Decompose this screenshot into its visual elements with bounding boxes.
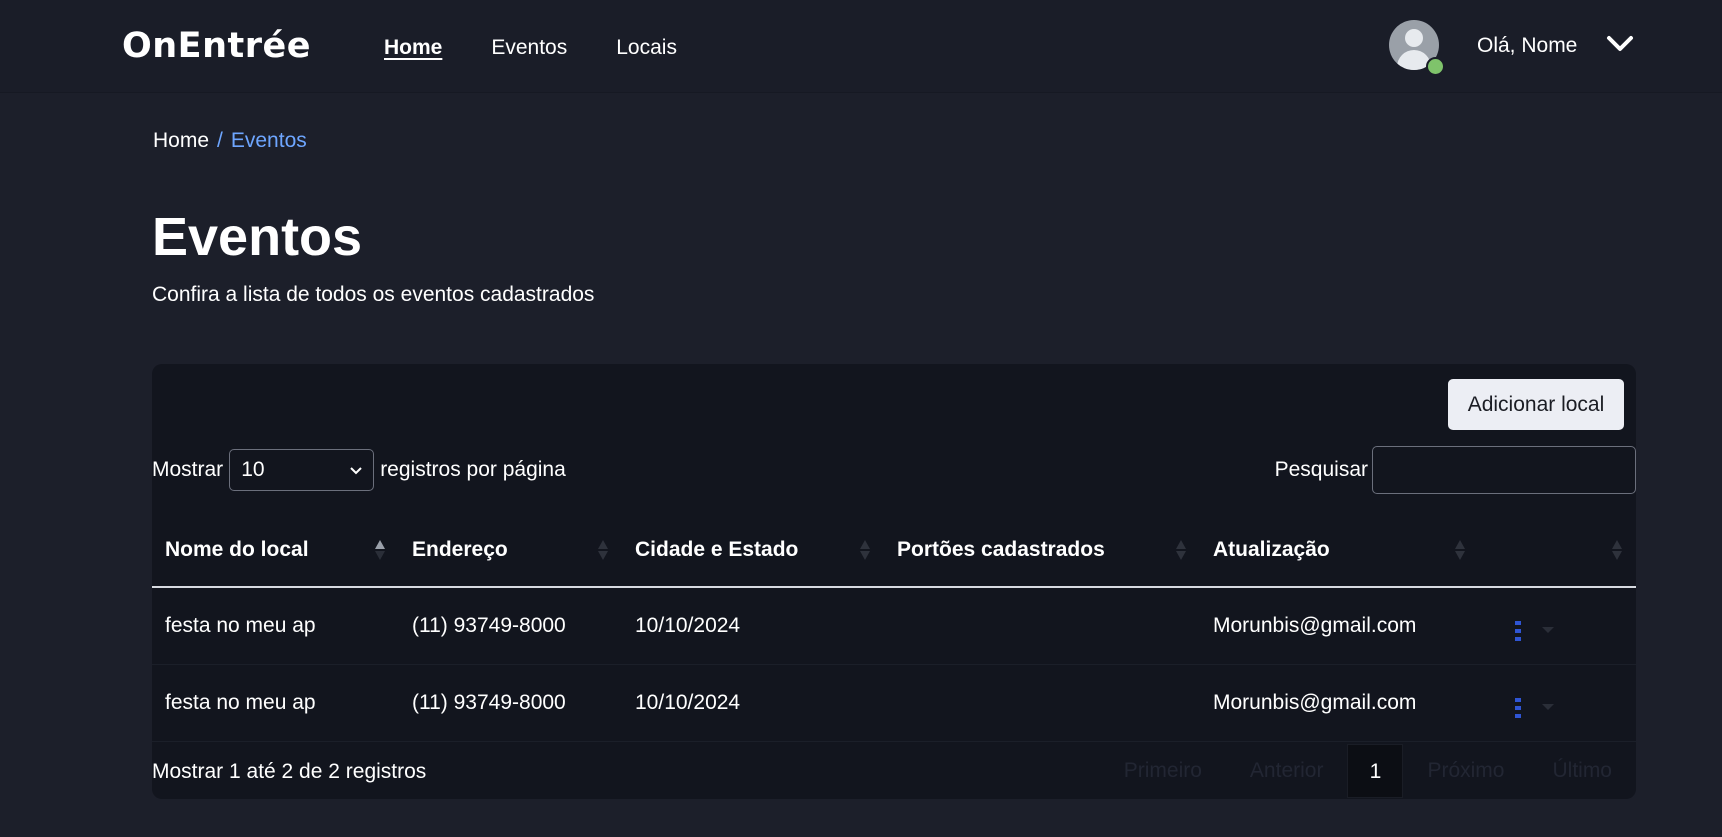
cell-cidade: 10/10/2024 (622, 587, 884, 665)
locations-table: Nome do local Endereço Cidade e Estado P… (152, 514, 1636, 742)
page-size-value: 10 (241, 458, 265, 481)
table-row: festa no meu ap (11) 93749-8000 10/10/20… (152, 587, 1636, 665)
nav-item-home[interactable]: Home (384, 36, 442, 60)
sort-icon (1176, 540, 1186, 560)
per-page-label: registros por página (380, 458, 566, 481)
search-input[interactable] (1372, 446, 1636, 494)
pagination-previous[interactable]: Anterior (1226, 744, 1348, 798)
cell-endereco: (11) 93749-8000 (399, 587, 622, 665)
page-title: Eventos (152, 207, 363, 267)
breadcrumb-home[interactable]: Home (153, 129, 209, 153)
avatar-head-shape (1405, 29, 1423, 47)
cell-atualizacao: Morunbis@gmail.com (1200, 587, 1479, 665)
cell-portoes (884, 587, 1200, 665)
add-local-button[interactable]: Adicionar local (1448, 379, 1624, 430)
sort-asc-icon (375, 540, 385, 560)
column-header-portoes[interactable]: Portões cadastrados (884, 514, 1200, 588)
row-actions-menu[interactable] (1492, 610, 1636, 642)
cell-atualizacao: Morunbis@gmail.com (1200, 664, 1479, 742)
pagination-first[interactable]: Primeiro (1100, 744, 1226, 798)
sort-icon (1455, 540, 1465, 560)
chevron-down-icon (349, 458, 363, 482)
pagination-next[interactable]: Próximo (1403, 744, 1528, 798)
column-header-label: Atualização (1213, 538, 1330, 561)
cell-portoes (884, 664, 1200, 742)
main-nav: Home Eventos Locais (384, 36, 726, 60)
chevron-down-icon[interactable] (1606, 34, 1634, 59)
kebab-menu-icon (1515, 621, 1521, 641)
user-greeting[interactable]: Olá, Nome (1477, 34, 1577, 58)
pagination: Primeiro Anterior 1 Próximo Último (1100, 744, 1636, 798)
online-status-dot (1426, 57, 1445, 76)
table-card: Adicionar local Mostrar 10 registros por… (152, 364, 1636, 799)
sort-icon (860, 540, 870, 560)
search-control: Pesquisar (1275, 446, 1636, 494)
breadcrumb-current: Eventos (230, 129, 307, 152)
breadcrumb-separator: / (217, 129, 223, 152)
brand-logo[interactable]: OnEntrée (122, 26, 311, 66)
cell-nome: festa no meu ap (152, 587, 399, 665)
kebab-menu-icon (1515, 698, 1521, 718)
sort-icon (598, 540, 608, 560)
page-subtitle: Confira a lista de todos os eventos cada… (152, 283, 595, 306)
caret-down-icon (1542, 627, 1554, 633)
search-label: Pesquisar (1274, 458, 1368, 481)
page-size-select[interactable]: 10 (229, 449, 375, 491)
column-header-label: Cidade e Estado (635, 538, 799, 561)
table-info: Mostrar 1 até 2 de 2 registros (152, 760, 427, 783)
breadcrumb: Home / Eventos (153, 129, 307, 153)
sort-icon (1612, 540, 1622, 560)
column-header-label: Nome do local (165, 538, 309, 561)
pagination-last[interactable]: Último (1528, 744, 1636, 798)
top-navbar: OnEntrée Home Eventos Locais Olá, Nome (0, 0, 1722, 93)
page-length-control: Mostrar 10 registros por página (152, 449, 566, 491)
table-row: festa no meu ap (11) 93749-8000 10/10/20… (152, 664, 1636, 742)
caret-down-icon (1542, 704, 1554, 710)
cell-actions (1479, 587, 1636, 665)
show-label: Mostrar (152, 458, 224, 481)
column-header-actions[interactable] (1479, 514, 1636, 588)
pagination-page-current[interactable]: 1 (1347, 744, 1404, 798)
column-header-atualizacao[interactable]: Atualização (1200, 514, 1479, 588)
cell-cidade: 10/10/2024 (622, 664, 884, 742)
column-header-endereco[interactable]: Endereço (399, 514, 622, 588)
column-header-nome[interactable]: Nome do local (152, 514, 399, 588)
cell-nome: festa no meu ap (152, 664, 399, 742)
column-header-cidade[interactable]: Cidade e Estado (622, 514, 884, 588)
table-header-row: Nome do local Endereço Cidade e Estado P… (152, 514, 1636, 588)
row-actions-menu[interactable] (1492, 687, 1636, 719)
column-header-label: Endereço (412, 538, 508, 561)
column-header-label: Portões cadastrados (897, 538, 1105, 561)
nav-item-eventos[interactable]: Eventos (491, 36, 567, 60)
cell-actions (1479, 664, 1636, 742)
cell-endereco: (11) 93749-8000 (399, 664, 622, 742)
nav-item-locais[interactable]: Locais (616, 36, 677, 60)
